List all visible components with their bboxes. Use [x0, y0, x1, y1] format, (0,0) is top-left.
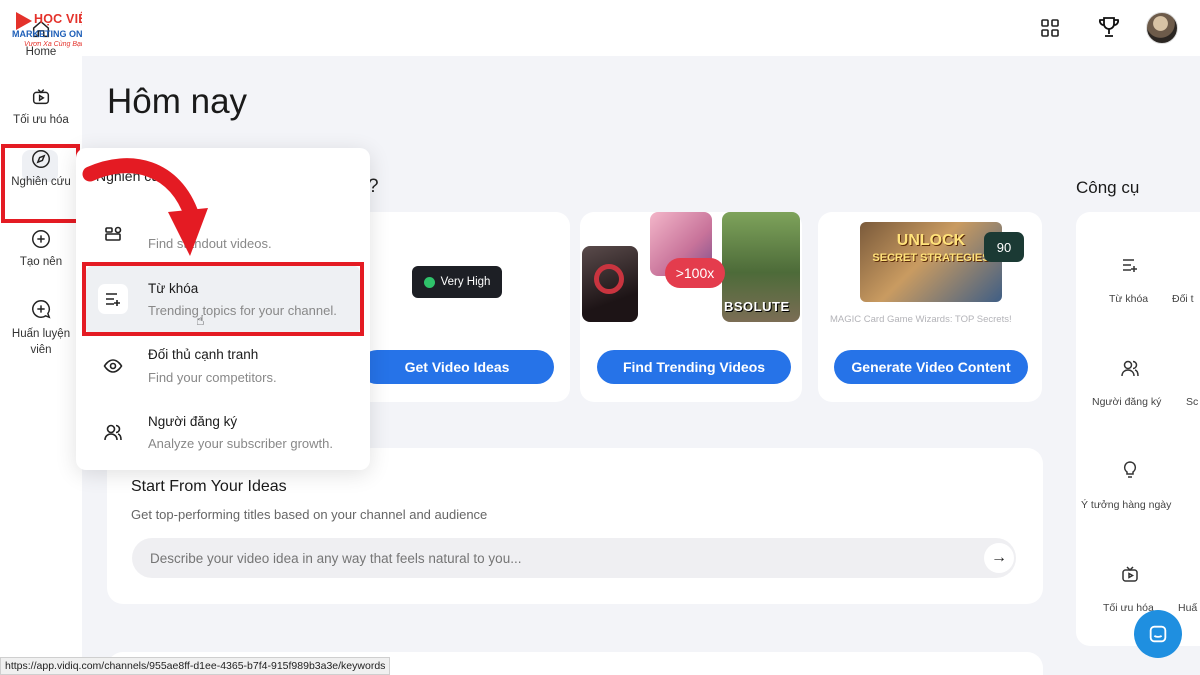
logo-line3: Vươn Xa Cùng Bạn	[24, 41, 85, 48]
thumbnail-3: BSOLUTE	[722, 212, 800, 322]
rail-item-create[interactable]: Tạo nên	[0, 228, 82, 268]
keyword-icon[interactable]	[1120, 255, 1140, 275]
find-trending-videos-button[interactable]: Find Trending Videos	[597, 350, 791, 384]
hand-cursor-icon: ☝	[196, 312, 205, 328]
users-icon[interactable]	[101, 420, 125, 444]
ring-shape	[594, 264, 624, 294]
chat-plus-icon	[30, 298, 52, 320]
menu-item-competitors-title[interactable]: Đối thủ cạnh tranh	[148, 347, 258, 362]
lightbulb-icon[interactable]	[1120, 460, 1140, 480]
ideas-section	[107, 448, 1043, 604]
eye-icon[interactable]	[101, 354, 125, 378]
annotation-arrow	[82, 158, 208, 256]
keywords-highlight-box	[82, 262, 364, 336]
trophy-icon[interactable]	[1096, 14, 1122, 40]
thumbnail-unlock: UNLOCK SECRET STRATEGIES	[860, 222, 1002, 302]
menu-item-competitors-sub[interactable]: Find your competitors.	[148, 370, 277, 385]
thumbnail-subtitle: SECRET STRATEGIES	[872, 252, 990, 264]
score-badge: 90	[984, 232, 1024, 262]
thumbnail-title: UNLOCK	[896, 232, 966, 249]
page-title: Hôm nay	[107, 82, 248, 121]
left-navigation-rail: Home Tối ưu hóa Nghiên cứu Tạo nên Huấn …	[0, 0, 82, 675]
video-optimize-icon	[30, 86, 52, 108]
menu-item-subscribers-sub[interactable]: Analyze your subscriber growth.	[148, 436, 333, 451]
badge-label: Very High	[440, 276, 491, 288]
idea-input[interactable]	[132, 538, 1016, 578]
research-highlight-box	[1, 144, 80, 223]
tool-fragment[interactable]: Sc	[1186, 396, 1198, 408]
top-bar	[82, 0, 1200, 56]
video-optimize-icon[interactable]	[1120, 564, 1140, 584]
generate-video-content-button[interactable]: Generate Video Content	[834, 350, 1028, 384]
rail-item-coach[interactable]: Huấn luyện viên	[0, 298, 82, 358]
tool-subscribers[interactable]: Người đăng ký	[1092, 396, 1161, 408]
support-chat-button[interactable]	[1134, 610, 1182, 658]
tool-competitor[interactable]: Đối t	[1172, 293, 1194, 305]
tools-title: Công cụ	[1076, 178, 1140, 197]
status-bar-url: https://app.vidiq.com/channels/955ae8ff-…	[0, 657, 391, 675]
rail-item-label: Tối ưu hóa	[13, 114, 69, 126]
ideas-subtitle: Get top-performing titles based on your …	[131, 507, 488, 522]
thumbnail-1	[582, 246, 638, 322]
thumbnail-caption: MAGIC Card Game Wizards: TOP Secrets!	[830, 314, 1012, 325]
users-icon[interactable]	[1120, 358, 1140, 378]
thumbnail-text: BSOLUTE	[724, 299, 790, 314]
multiplier-badge: >100x	[665, 258, 725, 288]
rail-item-label: Huấn luyện viên	[11, 328, 71, 356]
tool-daily-ideas[interactable]: Ý tưởng hàng ngày	[1081, 499, 1171, 511]
tool-coach-fragment[interactable]: Huấ	[1178, 602, 1197, 614]
ideas-title: Start From Your Ideas	[131, 478, 287, 495]
submit-arrow-button[interactable]: →	[984, 543, 1014, 573]
very-high-badge: Very High	[412, 266, 502, 298]
logo-play-icon	[16, 12, 32, 30]
get-video-ideas-button[interactable]: Get Video Ideas	[360, 350, 554, 384]
score-dot-icon	[423, 276, 435, 288]
apps-grid-icon[interactable]	[1040, 18, 1060, 38]
rail-item-optimize[interactable]: Tối ưu hóa	[0, 86, 82, 126]
avatar[interactable]	[1146, 12, 1178, 44]
rail-item-label: Tạo nên	[19, 256, 63, 268]
plus-circle-icon	[30, 228, 52, 250]
menu-item-subscribers-title[interactable]: Người đăng ký	[148, 414, 237, 429]
chat-icon	[1149, 625, 1167, 643]
tool-keyword[interactable]: Từ khóa	[1109, 293, 1148, 305]
